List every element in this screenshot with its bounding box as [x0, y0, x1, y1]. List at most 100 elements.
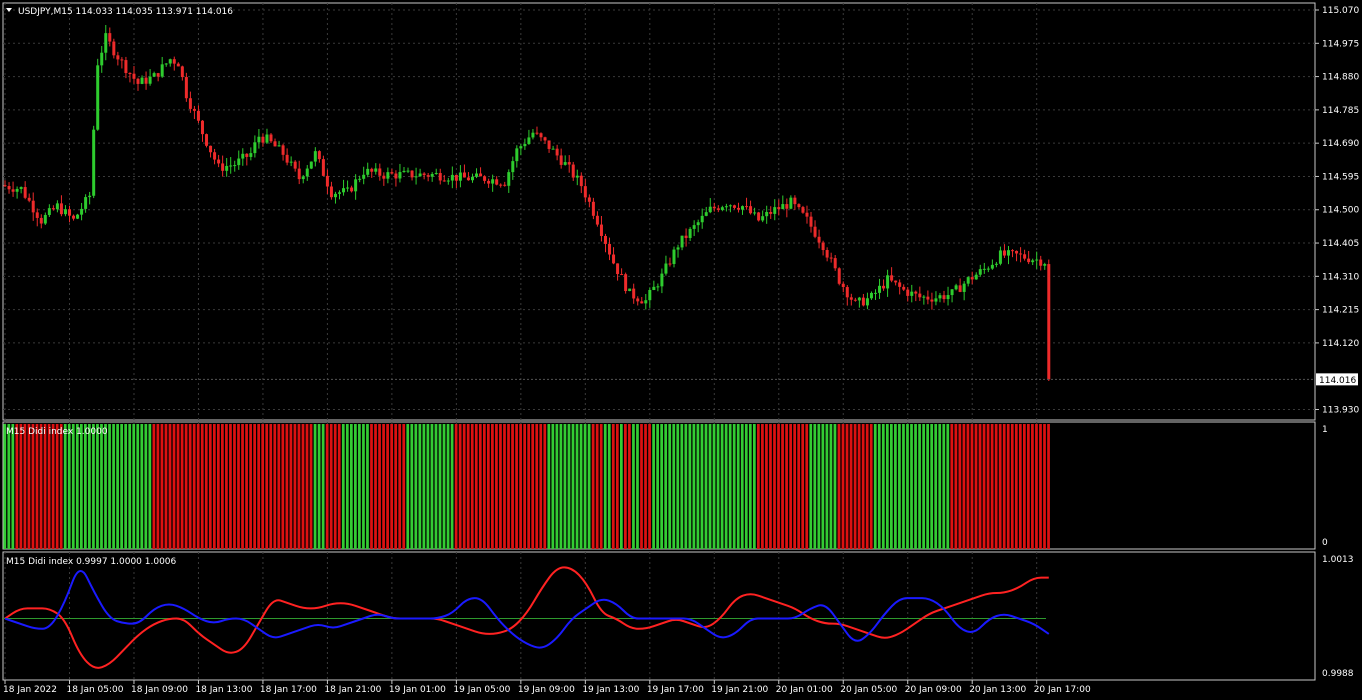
candle[interactable] [906, 287, 910, 302]
candle[interactable] [15, 186, 19, 199]
candle[interactable] [100, 46, 104, 73]
candle[interactable] [535, 126, 539, 135]
candle[interactable] [329, 181, 333, 200]
candle[interactable] [362, 166, 366, 185]
candle[interactable] [172, 56, 176, 71]
candle[interactable] [398, 163, 402, 183]
candle[interactable] [833, 255, 837, 271]
candle[interactable] [769, 206, 773, 219]
candle[interactable] [527, 129, 531, 145]
candle[interactable] [479, 167, 483, 177]
candle[interactable] [789, 195, 793, 210]
candle[interactable] [321, 155, 325, 177]
candle[interactable] [603, 233, 607, 253]
candle[interactable] [503, 181, 507, 187]
candle[interactable] [765, 205, 769, 224]
candle[interactable] [825, 247, 829, 262]
candle[interactable] [180, 65, 184, 81]
candle[interactable] [873, 289, 877, 300]
candle[interactable] [346, 180, 350, 192]
candle[interactable] [394, 170, 398, 187]
candle[interactable] [148, 69, 152, 86]
candle[interactable] [519, 143, 523, 156]
candle[interactable] [1027, 250, 1031, 265]
candle[interactable] [946, 286, 950, 306]
candle[interactable] [664, 255, 668, 276]
candle[interactable] [454, 174, 458, 189]
candle[interactable] [1043, 262, 1047, 270]
candle[interactable] [217, 154, 221, 168]
candle[interactable] [757, 211, 761, 222]
candle[interactable] [1047, 259, 1051, 381]
candle[interactable] [781, 195, 785, 210]
candle[interactable] [325, 169, 329, 194]
candle[interactable] [1002, 244, 1006, 258]
candle[interactable] [209, 145, 213, 158]
candle[interactable] [386, 167, 390, 184]
candle[interactable] [366, 162, 370, 178]
candle[interactable] [450, 166, 454, 189]
candle[interactable] [624, 272, 628, 294]
candle[interactable] [668, 257, 672, 267]
candle[interactable] [112, 38, 116, 59]
candle[interactable] [656, 283, 660, 292]
candle[interactable] [773, 199, 777, 221]
candle[interactable] [354, 174, 358, 200]
candle[interactable] [1015, 250, 1019, 262]
candle[interactable] [712, 202, 716, 212]
candle[interactable] [749, 200, 753, 215]
candle[interactable] [962, 281, 966, 301]
candle[interactable] [684, 228, 688, 247]
candle[interactable] [1011, 249, 1015, 258]
candle[interactable] [382, 172, 386, 186]
candle[interactable] [813, 220, 817, 239]
candle[interactable] [861, 293, 865, 307]
candle[interactable] [934, 291, 938, 306]
candle[interactable] [728, 204, 732, 213]
candle[interactable] [499, 183, 503, 188]
candle[interactable] [994, 261, 998, 268]
candle[interactable] [72, 214, 76, 221]
candle[interactable] [406, 167, 410, 174]
candle[interactable] [676, 244, 680, 258]
candle[interactable] [539, 132, 543, 142]
candle[interactable] [297, 160, 301, 185]
candle[interactable] [168, 58, 172, 67]
candle[interactable] [31, 192, 35, 221]
candle[interactable] [821, 240, 825, 256]
candle[interactable] [930, 292, 934, 310]
candle[interactable] [841, 281, 845, 293]
candle[interactable] [47, 204, 51, 217]
candle[interactable] [144, 71, 148, 90]
candle[interactable] [628, 288, 632, 292]
candle[interactable] [724, 203, 728, 212]
candle[interactable] [257, 129, 261, 149]
candle[interactable] [902, 284, 906, 291]
candle[interactable] [164, 63, 168, 67]
candle[interactable] [660, 268, 664, 294]
candle[interactable] [688, 227, 692, 242]
candle[interactable] [761, 210, 765, 223]
candle[interactable] [648, 287, 652, 308]
candle[interactable] [338, 190, 342, 200]
candle[interactable] [777, 199, 781, 216]
candle[interactable] [225, 158, 229, 177]
candle[interactable] [970, 271, 974, 285]
candle[interactable] [732, 204, 736, 210]
candle[interactable] [491, 174, 495, 192]
candle[interactable] [785, 198, 789, 218]
candle[interactable] [966, 276, 970, 287]
candle[interactable] [865, 292, 869, 310]
candle[interactable] [253, 135, 257, 158]
candle[interactable] [531, 129, 535, 140]
candle[interactable] [92, 125, 96, 199]
candle[interactable] [886, 269, 890, 297]
candle[interactable] [853, 297, 857, 302]
candle[interactable] [914, 290, 918, 302]
candle[interactable] [277, 140, 281, 147]
candle[interactable] [869, 291, 873, 300]
candle[interactable] [370, 167, 374, 178]
candle[interactable] [245, 153, 249, 166]
candle[interactable] [402, 167, 406, 173]
candle[interactable] [563, 155, 567, 166]
